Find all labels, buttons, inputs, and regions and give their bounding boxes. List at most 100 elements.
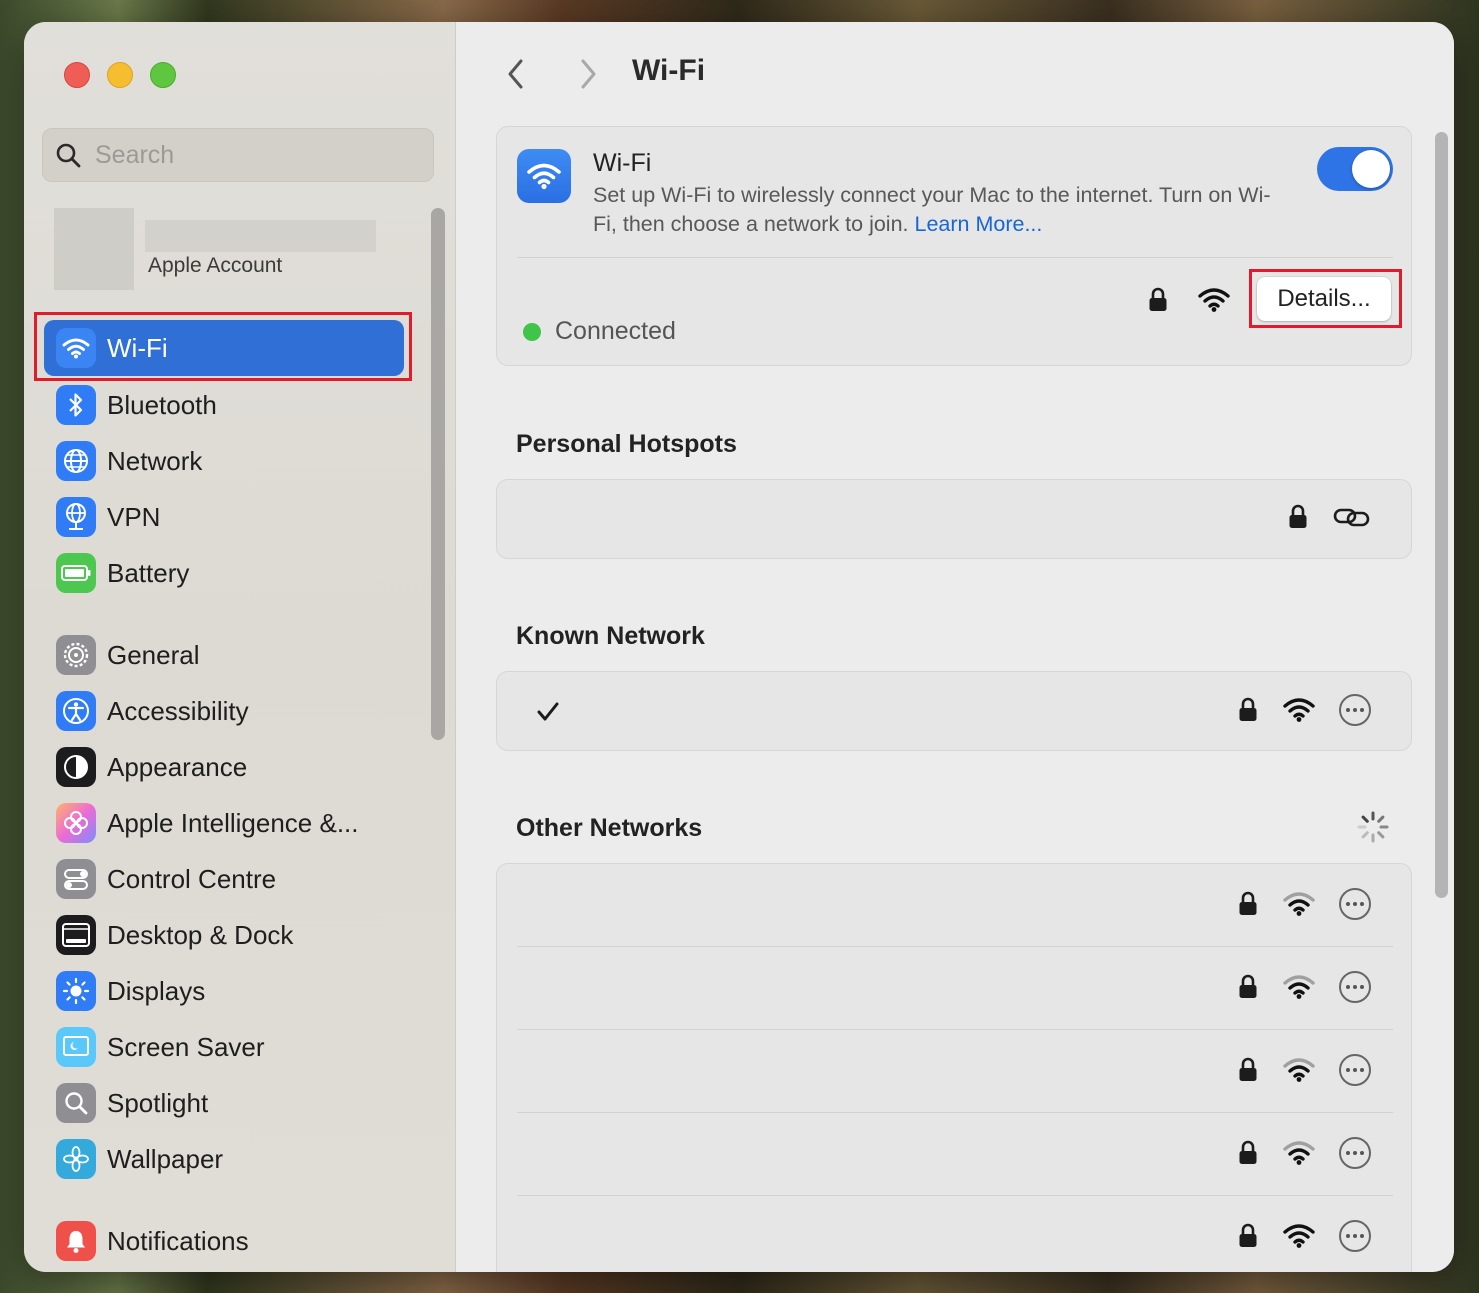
zoom-button[interactable] <box>150 62 176 88</box>
sidebar-item-label: Appearance <box>107 751 248 782</box>
known-network-row[interactable] <box>496 671 1412 751</box>
lock-icon <box>1239 891 1257 915</box>
more-options-button[interactable] <box>1339 1137 1371 1169</box>
link-icon <box>1333 508 1370 527</box>
screen-saver-icon <box>56 1027 96 1067</box>
wallpaper-icon <box>56 1139 96 1179</box>
sidebar-item-control-centre[interactable]: Control Centre <box>44 851 404 907</box>
other-networks-list <box>496 863 1412 1272</box>
sidebar: Apple Account Wi-Fi Bluetooth <box>24 22 456 1272</box>
wifi-signal-icon <box>1283 975 1315 999</box>
sidebar-item-general[interactable]: General <box>44 627 404 683</box>
sidebar-item-label: Accessibility <box>107 695 249 726</box>
wifi-card: Wi-Fi Set up Wi-Fi to wirelessly connect… <box>496 126 1412 366</box>
network-row[interactable] <box>497 1030 1411 1112</box>
wifi-card-description: Set up Wi-Fi to wirelessly connect your … <box>593 181 1293 239</box>
wifi-signal-icon <box>1283 1224 1315 1248</box>
more-options-button[interactable] <box>1339 1054 1371 1086</box>
section-personal-hotspots: Personal Hotspots <box>516 430 737 458</box>
lock-icon <box>1149 287 1167 311</box>
network-row[interactable] <box>497 864 1411 946</box>
more-options-button[interactable] <box>1339 971 1371 1003</box>
lock-icon <box>1239 1223 1257 1247</box>
wifi-signal-icon <box>1198 288 1230 312</box>
page-title: Wi-Fi <box>632 54 706 87</box>
sidebar-item-screen-saver[interactable]: Screen Saver <box>44 1019 404 1075</box>
sidebar-item-spotlight[interactable]: Spotlight <box>44 1075 404 1131</box>
sidebar-item-vpn[interactable]: VPN <box>44 489 404 545</box>
sidebar-item-desktop-dock[interactable]: Desktop & Dock <box>44 907 404 963</box>
more-options-button[interactable] <box>1339 1220 1371 1252</box>
sidebar-item-notifications[interactable]: Notifications <box>44 1213 404 1269</box>
lock-icon <box>1239 1140 1257 1164</box>
spotlight-icon <box>56 1083 96 1123</box>
appearance-icon <box>56 747 96 787</box>
search-input[interactable] <box>93 139 397 171</box>
lock-icon <box>1239 697 1257 721</box>
sidebar-item-label: Notifications <box>107 1225 249 1256</box>
highlight-box-wifi <box>34 312 412 381</box>
displays-icon <box>56 971 96 1011</box>
battery-icon <box>56 553 96 593</box>
network-row[interactable] <box>497 947 1411 1029</box>
wifi-signal-icon <box>1283 892 1315 916</box>
desktop-dock-icon <box>56 915 96 955</box>
more-options-button[interactable] <box>1339 888 1371 920</box>
learn-more-link[interactable]: Learn More... <box>915 212 1043 236</box>
settings-window: Apple Account Wi-Fi Bluetooth <box>24 22 1454 1272</box>
card-divider <box>517 257 1393 258</box>
connection-status: Connected <box>555 317 676 345</box>
accessibility-icon <box>56 691 96 731</box>
apple-account-row[interactable]: Apple Account <box>54 208 434 292</box>
sidebar-item-label: Network <box>107 445 203 476</box>
sidebar-item-label: Wallpaper <box>107 1143 224 1174</box>
sidebar-item-label: Bluetooth <box>107 389 217 420</box>
main-scrollbar[interactable] <box>1435 132 1448 898</box>
back-button[interactable] <box>496 52 536 96</box>
more-options-button[interactable] <box>1339 694 1371 726</box>
account-name-redacted <box>145 220 376 252</box>
hotspot-row[interactable] <box>496 479 1412 559</box>
lock-icon <box>1289 504 1307 528</box>
sidebar-item-network[interactable]: Network <box>44 433 404 489</box>
section-known-network: Known Network <box>516 622 705 650</box>
wifi-signal-icon <box>1283 698 1315 722</box>
sidebar-item-label: Spotlight <box>107 1087 209 1118</box>
sidebar-item-apple-intelligence[interactable]: Apple Intelligence &... <box>44 795 404 851</box>
forward-button[interactable] <box>568 52 608 96</box>
connected-status-dot <box>523 323 541 341</box>
wifi-signal-icon <box>1283 1058 1315 1082</box>
sidebar-item-wallpaper[interactable]: Wallpaper <box>44 1131 404 1187</box>
apple-intelligence-icon <box>56 803 96 843</box>
sidebar-item-label: General <box>107 639 200 670</box>
minimize-button[interactable] <box>107 62 133 88</box>
vpn-globe-icon <box>56 497 96 537</box>
chevron-right-icon <box>581 59 596 89</box>
close-button[interactable] <box>64 62 90 88</box>
sidebar-item-accessibility[interactable]: Accessibility <box>44 683 404 739</box>
bluetooth-icon <box>56 385 96 425</box>
avatar <box>54 208 134 290</box>
lock-icon <box>1239 974 1257 998</box>
search-field[interactable] <box>42 128 434 182</box>
sidebar-item-label: Desktop & Dock <box>107 919 294 950</box>
sidebar-item-appearance[interactable]: Appearance <box>44 739 404 795</box>
search-icon <box>56 143 81 168</box>
sidebar-item-displays[interactable]: Displays <box>44 963 404 1019</box>
sidebar-item-label: Control Centre <box>107 863 277 894</box>
gear-icon <box>56 635 96 675</box>
network-row[interactable] <box>497 1113 1411 1195</box>
sidebar-item-label: Apple Intelligence &... <box>107 807 359 838</box>
control-centre-icon <box>56 859 96 899</box>
account-label: Apple Account <box>148 254 283 277</box>
wifi-toggle[interactable] <box>1317 147 1393 191</box>
wifi-signal-icon <box>1283 1141 1315 1165</box>
network-row[interactable] <box>497 1196 1411 1272</box>
sidebar-item-battery[interactable]: Battery <box>44 545 404 601</box>
sidebar-item-label: Displays <box>107 975 206 1006</box>
lock-icon <box>1239 1057 1257 1081</box>
globe-icon <box>56 441 96 481</box>
sidebar-scrollbar[interactable] <box>431 208 445 740</box>
sidebar-item-bluetooth[interactable]: Bluetooth <box>44 377 404 433</box>
sidebar-item-label: Screen Saver <box>107 1031 265 1062</box>
